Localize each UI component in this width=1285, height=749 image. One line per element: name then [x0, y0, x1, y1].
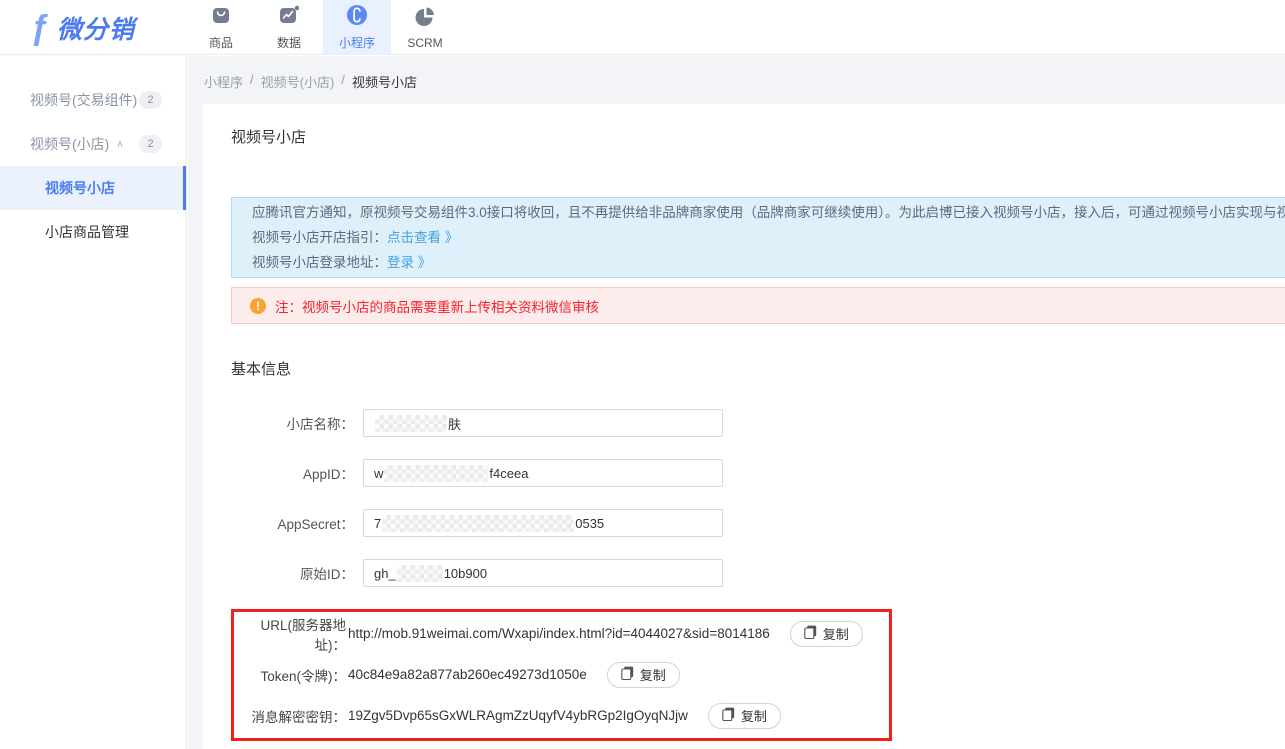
appsecret-label: AppSecret： — [231, 513, 363, 533]
appid-input[interactable]: w f4ceea — [363, 459, 723, 487]
token-value: 40c84e9a82a877ab260ec49273d1050e — [348, 667, 587, 682]
warning-notice-box: ! 注：视频号小店的商品需要重新上传相关资料微信审核 — [231, 287, 1285, 324]
breadcrumb-separator: / — [341, 72, 345, 91]
tab-data-label: 数据 — [277, 34, 301, 51]
copy-message-key-button[interactable]: 复制 — [708, 703, 781, 729]
copy-url-button[interactable]: 复制 — [790, 621, 863, 647]
shop-name-input[interactable]: 肤 — [363, 409, 723, 437]
basic-info-form: 小店名称： 肤 AppID： wf4ceea AppSecret： 70535 … — [231, 409, 1285, 587]
logo-text: 微分销 — [57, 10, 135, 46]
appid-value-prefix: w — [374, 466, 383, 481]
sidebar-group-shop-label: 视频号(小店) — [30, 134, 109, 154]
breadcrumb: 小程序 / 视频号(小店) / 视频号小店 — [188, 56, 1285, 91]
page-title: 视频号小店 — [231, 126, 1285, 147]
tab-scrm-label: SCRM — [407, 36, 442, 50]
appid-label: AppID： — [231, 463, 363, 483]
shop-name-label: 小店名称： — [231, 413, 363, 433]
shop-login-link[interactable]: 登录 》 — [387, 255, 431, 270]
badge-count: 2 — [139, 135, 162, 153]
copy-icon — [722, 707, 735, 724]
data-chart-icon — [278, 4, 300, 31]
sidebar-item-channel-shop-label: 视频号小店 — [45, 178, 115, 198]
goods-bag-icon — [210, 4, 232, 31]
form-row-shop-name: 小店名称： 肤 — [231, 409, 1285, 437]
token-row: Token(令牌)： 40c84e9a82a877ab260ec49273d10… — [234, 654, 889, 695]
form-row-appsecret: AppSecret： 7 0535 — [231, 509, 1285, 537]
notice-line-2: 视频号小店开店指引：点击查看 》 — [252, 225, 1285, 250]
breadcrumb-miniprogram[interactable]: 小程序 — [204, 72, 243, 91]
message-key-value: 19Zgv5Dvp65sGxWLRAgmZzUqyfV4ybRGp2IgOyqN… — [348, 708, 688, 723]
page-card: 视频号小店 应腾讯官方通知，原视频号交易组件3.0接口将收回，且不再提供给非品牌… — [203, 104, 1285, 749]
chevron-up-icon: ∧ — [116, 139, 123, 150]
tab-data[interactable]: 数据 — [255, 0, 323, 55]
appsecret-value-suffix: 0535 — [575, 516, 604, 531]
breadcrumb-current-page: 视频号小店 — [352, 72, 417, 91]
info-notice-box: 应腾讯官方通知，原视频号交易组件3.0接口将收回，且不再提供给非品牌商家使用（品… — [231, 197, 1285, 278]
sidebar-group-trade-label: 视频号(交易组件) — [30, 90, 137, 110]
original-id-label: 原始ID： — [231, 563, 363, 583]
copy-url-label: 复制 — [823, 624, 849, 643]
badge-count: 2 — [139, 91, 162, 109]
sidebar: 视频号(交易组件) ∨ 2 视频号(小店) ∧ 2 视频号小店 小店商品管理 — [0, 56, 187, 749]
server-url-label: URL(服务器地址)： — [234, 614, 346, 654]
tab-goods[interactable]: 商品 — [187, 0, 255, 55]
redaction-blur — [382, 515, 574, 532]
sidebar-group-channel-shop[interactable]: 视频号(小店) ∧ 2 — [0, 122, 186, 166]
token-label: Token(令牌)： — [234, 665, 346, 685]
scrm-pie-icon — [414, 6, 436, 33]
miniprogram-icon — [346, 4, 368, 31]
tab-goods-label: 商品 — [209, 34, 233, 51]
top-nav: 商品 数据 小程序 SCRM — [187, 0, 459, 55]
top-header: ƒ 微分销 商品 数据 小程序 SCRM — [0, 0, 1285, 55]
warning-text: 注：视频号小店的商品需要重新上传相关资料微信审核 — [275, 296, 599, 316]
warning-icon: ! — [250, 298, 266, 314]
copy-token-button[interactable]: 复制 — [607, 662, 680, 688]
sidebar-group-trade-component[interactable]: 视频号(交易组件) ∨ 2 — [0, 78, 186, 122]
breadcrumb-channel-shop-group[interactable]: 视频号(小店) — [261, 72, 335, 91]
app-logo[interactable]: ƒ 微分销 — [30, 10, 135, 46]
form-row-appid: AppID： w f4ceea — [231, 459, 1285, 487]
appid-value-suffix: f4ceea — [489, 466, 528, 481]
breadcrumb-separator: / — [250, 72, 254, 91]
server-url-value: http://mob.91weimai.com/Wxapi/index.html… — [348, 626, 770, 641]
appsecret-value-prefix: 7 — [374, 516, 381, 531]
shop-name-value-suffix: 肤 — [448, 414, 461, 433]
redaction-blur — [384, 465, 488, 482]
open-shop-guide-link[interactable]: 点击查看 》 — [387, 230, 458, 245]
sidebar-item-shop-goods-label: 小店商品管理 — [45, 222, 129, 242]
tab-scrm[interactable]: SCRM — [391, 0, 459, 55]
open-shop-guide-label: 视频号小店开店指引： — [252, 230, 387, 245]
form-row-original-id: 原始ID： gh_ 10b900 — [231, 559, 1285, 587]
copy-token-label: 复制 — [640, 665, 666, 684]
section-title-basic-info: 基本信息 — [231, 358, 1285, 379]
redaction-blur — [397, 565, 443, 582]
original-id-input[interactable]: gh_ 10b900 — [363, 559, 723, 587]
login-address-label: 视频号小店登录地址： — [252, 255, 387, 270]
logo-mark-icon: ƒ — [30, 11, 49, 45]
copy-icon — [804, 625, 817, 642]
original-id-value-prefix: gh_ — [374, 566, 396, 581]
server-url-row: URL(服务器地址)： http://mob.91weimai.com/Wxap… — [234, 613, 889, 654]
sidebar-item-channel-shop[interactable]: 视频号小店 — [0, 166, 186, 210]
original-id-value-suffix: 10b900 — [444, 566, 487, 581]
server-info-annotation-box: URL(服务器地址)： http://mob.91weimai.com/Wxap… — [231, 609, 892, 741]
message-key-row: 消息解密密钥： 19Zgv5Dvp65sGxWLRAgmZzUqyfV4ybRG… — [234, 695, 889, 736]
tab-miniprogram-label: 小程序 — [339, 34, 375, 51]
copy-icon — [621, 666, 634, 683]
redaction-blur — [375, 415, 447, 432]
tab-miniprogram[interactable]: 小程序 — [323, 0, 391, 55]
copy-message-key-label: 复制 — [741, 706, 767, 725]
sidebar-item-shop-goods-management[interactable]: 小店商品管理 — [0, 210, 186, 254]
notice-line-1: 应腾讯官方通知，原视频号交易组件3.0接口将收回，且不再提供给非品牌商家使用（品… — [252, 200, 1285, 225]
appsecret-input[interactable]: 7 0535 — [363, 509, 723, 537]
notice-line-3: 视频号小店登录地址：登录 》 — [252, 250, 1285, 275]
main-content: 小程序 / 视频号(小店) / 视频号小店 视频号小店 应腾讯官方通知，原视频号… — [188, 56, 1285, 749]
message-key-label: 消息解密密钥： — [234, 706, 346, 726]
